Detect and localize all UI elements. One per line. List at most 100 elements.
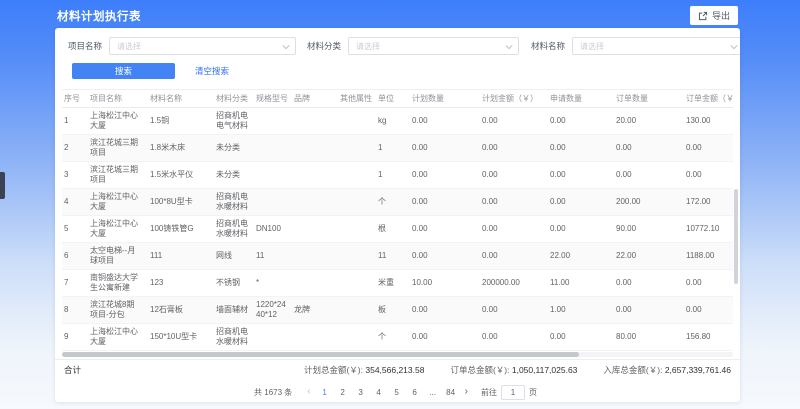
table-cell: 网线 xyxy=(214,243,254,270)
table-cell xyxy=(292,189,338,216)
table-cell: 200.00 xyxy=(614,189,684,216)
more-pages-button[interactable]: ... xyxy=(426,388,440,397)
screen: 材料计划执行表 导出 项目名称 请选择 材料分类 请选择 xyxy=(0,0,800,409)
inbound-total-value: 2,657,339,761.46 xyxy=(665,365,731,375)
export-icon xyxy=(698,11,708,21)
column-header: 其他属性 xyxy=(338,90,376,108)
table-cell: 0.00 xyxy=(480,243,548,270)
table-cell: 0.00 xyxy=(684,135,733,162)
table-cell: 0.00 xyxy=(614,297,684,324)
table-cell xyxy=(254,324,292,351)
table-cell: 0.00 xyxy=(548,189,614,216)
page-button[interactable]: 4 xyxy=(372,388,386,397)
page-button[interactable]: 3 xyxy=(354,388,368,397)
goto-page-input[interactable] xyxy=(501,385,525,400)
search-button[interactable]: 搜索 xyxy=(72,63,175,79)
table-cell: 0.00 xyxy=(410,135,480,162)
table-cell xyxy=(338,243,376,270)
summary-totals: 计划总金额(￥): 354,566,213.58 订单总金额(￥): 1,050… xyxy=(304,364,731,376)
table-cell: 上海松江中心大厦 xyxy=(88,108,148,135)
table-cell: 0.00 xyxy=(614,135,684,162)
order-total: 订单总金额(￥): 1,050,117,025.63 xyxy=(450,364,577,376)
export-button[interactable]: 导出 xyxy=(690,6,738,25)
table-cell: 0.00 xyxy=(410,216,480,243)
page-button[interactable]: 6 xyxy=(408,388,422,397)
table-cell: 12石膏板 xyxy=(148,297,214,324)
inbound-total-label: 入库总金额(￥): xyxy=(603,365,662,375)
horizontal-scrollbar[interactable] xyxy=(62,352,733,357)
table-row: 3滨江花城三期项目1.5米水平仪未分类10.000.000.000.000.00 xyxy=(62,162,733,189)
table-cell: 1 xyxy=(376,162,410,189)
table-cell xyxy=(338,216,376,243)
page-button[interactable]: 5 xyxy=(390,388,404,397)
table-cell xyxy=(338,135,376,162)
order-total-value: 1,050,117,025.63 xyxy=(512,365,578,375)
material-name-select[interactable]: 请选择 xyxy=(572,37,740,55)
table-cell: 滨江花城8期项目-分包 xyxy=(88,297,148,324)
page-button[interactable]: 1 xyxy=(318,388,332,397)
column-header: 订单数量 xyxy=(614,90,684,108)
column-header: 项目名称 xyxy=(88,90,148,108)
order-total-label: 订单总金额(￥): xyxy=(450,365,509,375)
project-name-select[interactable]: 请选择 xyxy=(109,37,296,55)
table-cell xyxy=(338,108,376,135)
table-cell: 11.00 xyxy=(548,270,614,297)
table-cell: 100铸铁管G xyxy=(148,216,214,243)
table-cell: 滨江花城三期项目 xyxy=(88,135,148,162)
table-cell: 板 xyxy=(376,297,410,324)
chevron-down-icon xyxy=(282,44,290,50)
prev-page-button[interactable]: ‹ xyxy=(302,387,315,397)
table-cell: 个 xyxy=(376,324,410,351)
table-cell: 招商机电 水暖材料 xyxy=(214,324,254,351)
column-header: 单位 xyxy=(376,90,410,108)
planned-total: 计划总金额(￥): 354,566,213.58 xyxy=(304,364,425,376)
page-title: 材料计划执行表 xyxy=(57,8,141,24)
next-page-button[interactable]: › xyxy=(460,387,473,397)
horizontal-scrollbar-thumb[interactable] xyxy=(62,352,579,357)
column-header: 品牌 xyxy=(292,90,338,108)
filter-material-category: 材料分类 请选择 xyxy=(307,37,531,55)
page-button[interactable]: 2 xyxy=(336,388,350,397)
table-cell: 招商机电 水暖材料 xyxy=(214,189,254,216)
table-cell: 1188.00 xyxy=(684,243,733,270)
table-cell xyxy=(338,162,376,189)
material-category-select[interactable]: 请选择 xyxy=(348,37,519,55)
table-cell: 1.5米水平仪 xyxy=(148,162,214,189)
vertical-scrollbar-thumb[interactable] xyxy=(734,189,738,284)
filter-bar: 项目名称 请选择 材料分类 请选择 材料名称 请选择 xyxy=(55,28,740,55)
table-cell: 111 xyxy=(148,243,214,270)
table-cell: 4 xyxy=(62,189,88,216)
table-cell: 0.00 xyxy=(684,270,733,297)
table-cell: 0.00 xyxy=(480,189,548,216)
sidebar-collapse-handle[interactable] xyxy=(0,172,5,199)
table-cell: 0.00 xyxy=(410,189,480,216)
table-cell: 0.00 xyxy=(548,216,614,243)
table-cell xyxy=(254,108,292,135)
table-cell: 0.00 xyxy=(684,297,733,324)
table-row: 8滨江花城8期项目-分包12石膏板墙面辅材1220*2440*12龙牌板0.00… xyxy=(62,297,733,324)
table-cell: 招商机电 电气材料 xyxy=(214,108,254,135)
table-row: 6太空电梯--月球项目111网线11110.000.0022.0022.0011… xyxy=(62,243,733,270)
project-name-label: 项目名称 xyxy=(68,40,102,52)
table-cell xyxy=(254,162,292,189)
clear-search-link[interactable]: 清空搜索 xyxy=(195,65,229,77)
table-cell: 未分类 xyxy=(214,162,254,189)
material-plan-table: 序号项目名称材料名称材料分类规格型号品牌其他属性单位计划数量计划金额（￥）申请数… xyxy=(62,89,733,351)
material-category-placeholder: 请选择 xyxy=(356,41,380,52)
table-cell xyxy=(338,324,376,351)
pagination: 共 1673 条 ‹ 123456...84 › 前往 页 xyxy=(55,380,740,402)
page-button[interactable]: 84 xyxy=(444,388,458,397)
table-cell xyxy=(292,324,338,351)
table-row: 4上海松江中心大厦100*8U型卡招商机电 水暖材料个0.000.000.002… xyxy=(62,189,733,216)
table-cell: 不锈钢 xyxy=(214,270,254,297)
project-name-placeholder: 请选择 xyxy=(117,41,141,52)
table-cell: 1 xyxy=(62,108,88,135)
table-cell: 1.00 xyxy=(548,297,614,324)
filter-actions: 搜索 清空搜索 xyxy=(55,55,740,79)
table-cell: 10772.10 xyxy=(684,216,733,243)
table-cell: 22.00 xyxy=(548,243,614,270)
column-header: 申请数量 xyxy=(548,90,614,108)
table-cell: 6 xyxy=(62,243,88,270)
table-cell xyxy=(338,270,376,297)
planned-total-value: 354,566,213.58 xyxy=(365,365,424,375)
